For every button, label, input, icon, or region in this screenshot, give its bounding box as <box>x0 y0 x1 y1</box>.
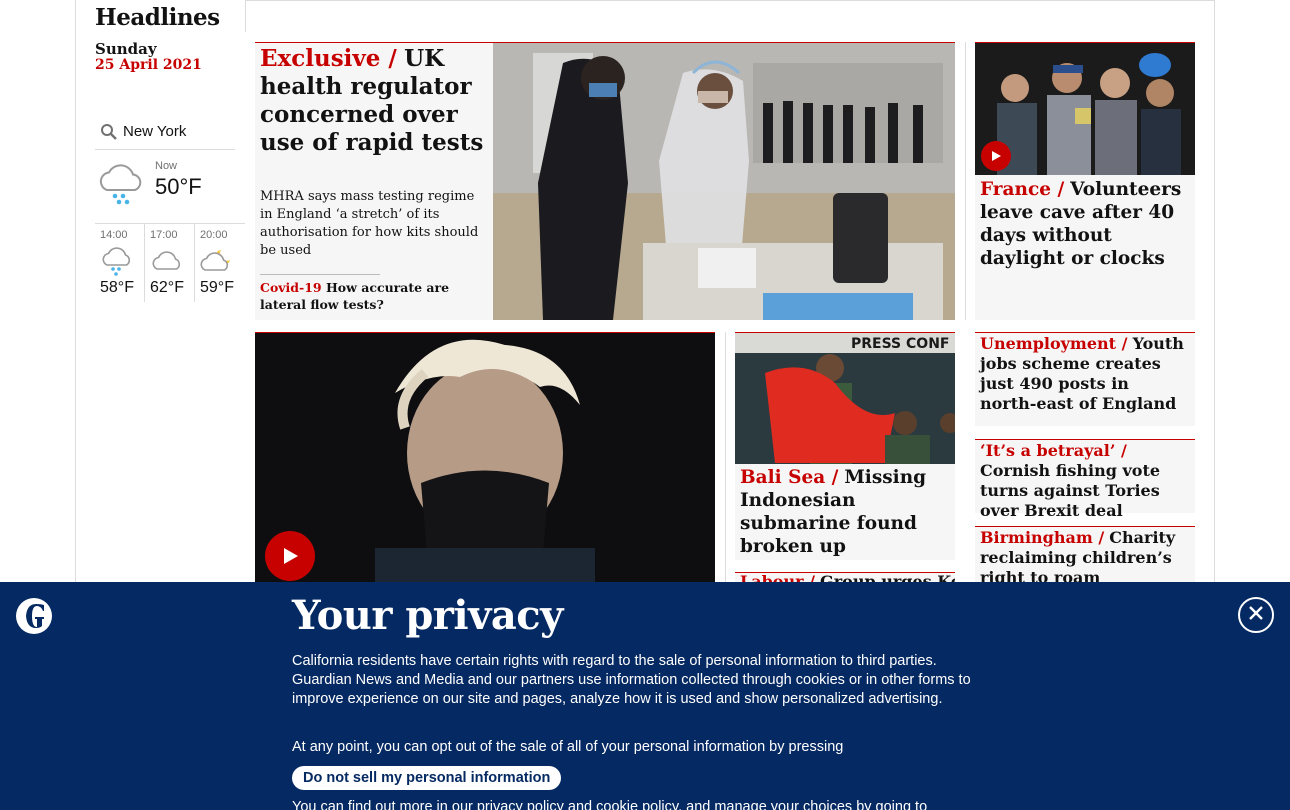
rain-cloud-icon <box>95 162 147 210</box>
story-image[interactable]: PRESS CONF <box>735 333 955 464</box>
do-not-sell-button[interactable]: Do not sell my personal information <box>292 766 562 790</box>
story-headline[interactable]: Cornish fishing vote turns against Torie… <box>980 461 1160 520</box>
forecast-item: 17:00 62°F <box>145 224 195 302</box>
story-headline-link[interactable]: Labour / Group urges Keir <box>740 573 955 582</box>
privacy-optout-text: At any point, you can opt out of the sal… <box>292 739 844 755</box>
guardian-logo-icon <box>16 598 52 638</box>
story-headline-link[interactable]: France / Volunteers leave cave after 40 … <box>980 178 1190 270</box>
story-kicker[interactable]: France / <box>980 179 1064 200</box>
moon-cloud-icon <box>199 246 235 280</box>
forecast-temp: 59°F <box>200 279 234 296</box>
story-kicker[interactable]: Birmingham / <box>980 528 1104 547</box>
weather-now: Now 50°F <box>95 158 235 222</box>
section-title: Headlines <box>95 4 220 31</box>
story-card-bali-sea[interactable]: PRESS CONF Bali Sea / Missing Indonesian… <box>735 332 955 560</box>
story-headline-link[interactable]: ‘It’s a betrayal’ / Cornish fishing vote… <box>980 441 1190 521</box>
forecast-time: 17:00 <box>150 229 178 241</box>
play-button[interactable] <box>981 141 1011 171</box>
weather-location[interactable]: New York <box>123 123 186 140</box>
story-kicker[interactable]: Labour / <box>740 573 815 582</box>
column-divider <box>965 42 966 320</box>
forecast-time: 20:00 <box>200 229 228 241</box>
image-text: PRESS CONF <box>851 336 949 352</box>
story-card-main-video[interactable] <box>255 332 715 582</box>
story-headline-link[interactable]: Bali Sea / Missing Indonesian submarine … <box>740 466 950 558</box>
story-kicker[interactable]: Bali Sea / <box>740 467 838 488</box>
hero-kicker[interactable]: Exclusive / <box>260 45 397 72</box>
story-kicker[interactable]: Unemployment / <box>980 334 1127 353</box>
story-headline[interactable]: Group urges Keir <box>820 573 955 582</box>
weather-now-label: Now <box>155 160 178 172</box>
related-kicker[interactable]: Covid-19 <box>260 280 322 295</box>
date-full: 25 April 2021 <box>95 57 202 73</box>
search-icon[interactable] <box>95 123 123 141</box>
hero-headline-link[interactable]: Exclusive / UK health regulator concerne… <box>260 45 485 157</box>
hero-text[interactable]: Exclusive / UK health regulator concerne… <box>260 43 485 157</box>
story-card-betrayal[interactable]: ‘It’s a betrayal’ / Cornish fishing vote… <box>975 439 1195 520</box>
story-kicker[interactable]: ‘It’s a betrayal’ / <box>980 441 1127 460</box>
weather-forecast: 14:00 58°F 17:00 62°F 20:00 59°F <box>95 223 245 303</box>
story-card-labour[interactable]: Labour / Group urges Keir <box>735 572 955 582</box>
story-headline-link[interactable]: Unemployment / Youth jobs scheme creates… <box>980 334 1190 414</box>
related-link[interactable]: Covid-19 How accurate are lateral flow t… <box>260 279 480 313</box>
date-day: Sunday <box>95 40 157 58</box>
story-card-france[interactable]: France / Volunteers leave cave after 40 … <box>975 42 1195 320</box>
cloud-icon <box>149 246 185 280</box>
forecast-temp: 58°F <box>100 279 134 296</box>
rain-cloud-icon <box>99 246 135 280</box>
forecast-item: 20:00 59°F <box>195 224 245 302</box>
privacy-more-text: You can find out more in our privacy pol… <box>292 799 928 810</box>
play-button[interactable] <box>265 531 315 581</box>
story-image[interactable] <box>255 333 715 582</box>
top-rule <box>246 0 1214 1</box>
hero-story[interactable]: Exclusive / UK health regulator concerne… <box>255 42 955 320</box>
divider <box>260 274 380 275</box>
close-icon[interactable] <box>1248 605 1264 625</box>
weather-now-temp: 50°F <box>155 174 202 199</box>
close-button[interactable] <box>1238 597 1274 633</box>
weather-location-search[interactable]: New York <box>95 114 235 150</box>
hero-image[interactable] <box>493 43 955 320</box>
story-headline-link[interactable]: Birmingham / Charity reclaiming children… <box>980 528 1190 582</box>
privacy-title: Your privacy <box>292 592 563 639</box>
forecast-time: 14:00 <box>100 229 128 241</box>
story-card-unemployment[interactable]: Unemployment / Youth jobs scheme creates… <box>975 332 1195 426</box>
privacy-body: California residents have certain rights… <box>292 653 971 707</box>
column-divider <box>725 332 726 582</box>
story-card-birmingham[interactable]: Birmingham / Charity reclaiming children… <box>975 526 1195 582</box>
forecast-item: 14:00 58°F <box>95 224 145 302</box>
hero-standfirst: MHRA says mass testing regime in England… <box>260 189 479 258</box>
column-divider <box>245 0 246 32</box>
forecast-temp: 62°F <box>150 279 184 296</box>
privacy-banner: Your privacy California residents have c… <box>0 582 1290 810</box>
